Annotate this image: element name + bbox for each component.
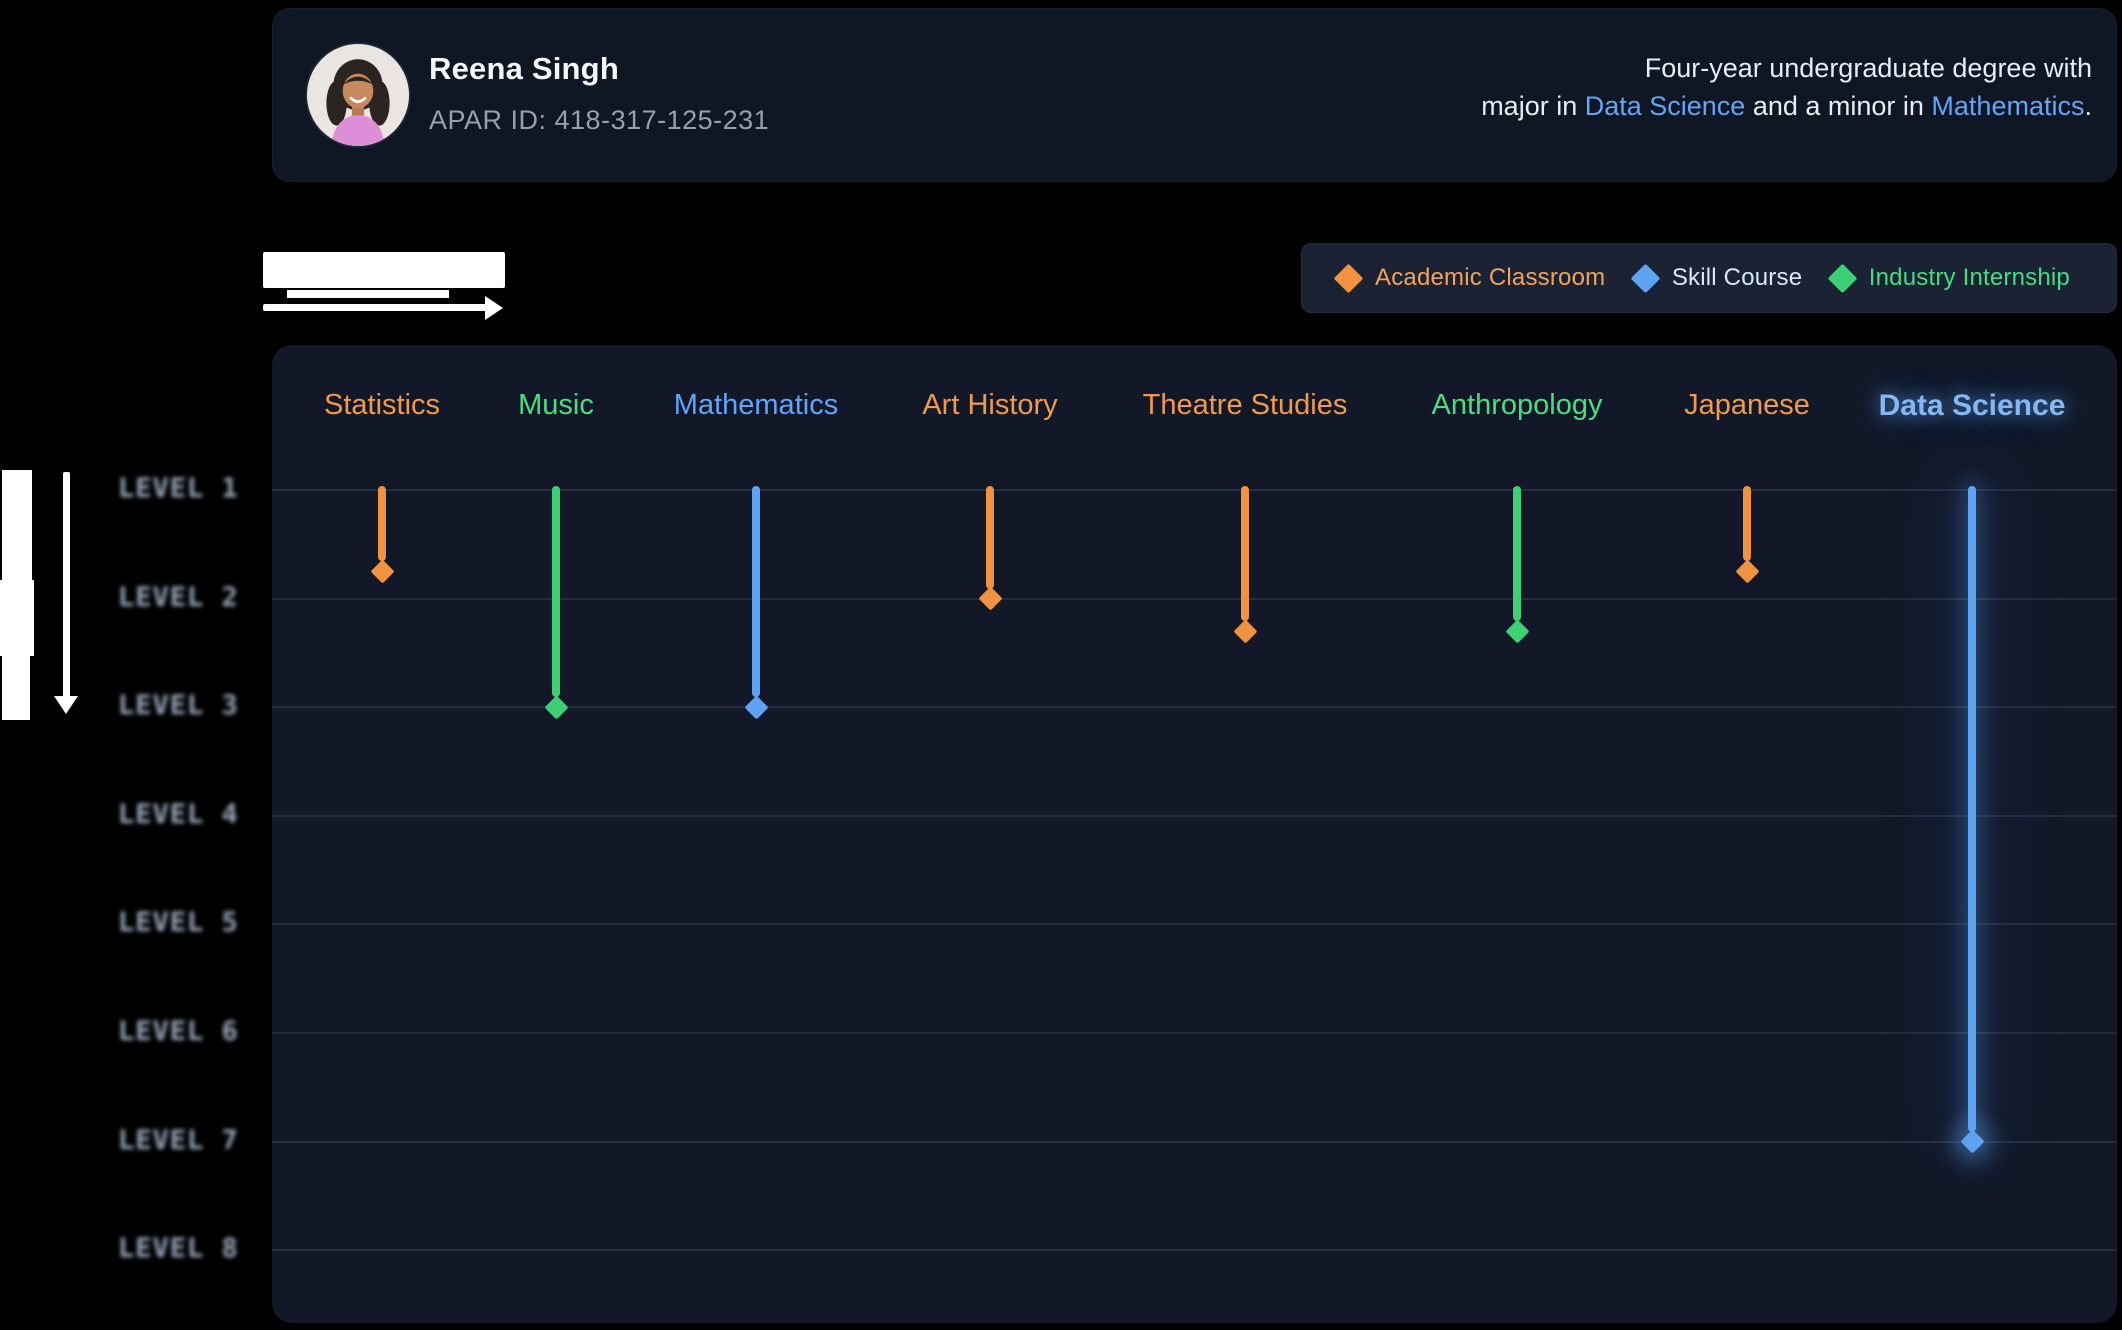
degree-line2-suffix: . bbox=[2084, 91, 2092, 121]
column-header-music[interactable]: Music bbox=[518, 389, 594, 422]
redacted-axis-block bbox=[2, 656, 30, 720]
diamond-icon bbox=[1827, 263, 1857, 293]
degree-major-link[interactable]: Data Science bbox=[1585, 91, 1746, 121]
profile-name: Reena Singh bbox=[429, 51, 619, 87]
level-tick-label: LEVEL 4 bbox=[118, 799, 248, 833]
lollipop-line bbox=[552, 486, 560, 697]
column-header-anthropology[interactable]: Anthropology bbox=[1432, 389, 1603, 422]
legend-item-industry-internship[interactable]: Industry Internship bbox=[1832, 264, 2070, 292]
data-point-data-science[interactable] bbox=[1960, 1130, 1984, 1154]
column-header-japanese[interactable]: Japanese bbox=[1684, 389, 1810, 422]
chart-legend: Academic Classroom Skill Course Industry… bbox=[1301, 243, 2117, 313]
data-point-anthropology[interactable] bbox=[1505, 619, 1529, 643]
level-tick-label: LEVEL 8 bbox=[118, 1233, 248, 1267]
lollipop-line bbox=[378, 486, 386, 561]
diamond-icon bbox=[1630, 263, 1660, 293]
legend-item-skill-course[interactable]: Skill Course bbox=[1635, 264, 1802, 292]
degree-minor-link[interactable]: Mathematics bbox=[1931, 91, 2084, 121]
degree-line1: Four-year undergraduate degree with bbox=[1645, 53, 2092, 83]
column-header-mathematics[interactable]: Mathematics bbox=[674, 389, 838, 422]
level-tick-label: LEVEL 7 bbox=[118, 1125, 248, 1159]
column-header-art-history[interactable]: Art History bbox=[922, 389, 1057, 422]
right-arrow-icon bbox=[263, 304, 487, 311]
gridline bbox=[272, 1141, 2117, 1143]
level-tick-label: LEVEL 1 bbox=[118, 473, 248, 507]
level-tick-label: LEVEL 3 bbox=[118, 690, 248, 724]
data-point-statistics[interactable] bbox=[370, 559, 394, 583]
degree-description: Four-year undergraduate degree with majo… bbox=[1481, 49, 2092, 125]
down-arrow-head-icon bbox=[54, 696, 78, 714]
column-header-data-science[interactable]: Data Science bbox=[1879, 389, 2066, 423]
legend-item-academic-classroom[interactable]: Academic Classroom bbox=[1338, 264, 1605, 292]
gridline bbox=[272, 923, 2117, 925]
column-header-theatre-studies[interactable]: Theatre Studies bbox=[1143, 389, 1348, 422]
profile-card: Reena Singh APAR ID: 418-317-125-231 Fou… bbox=[272, 8, 2117, 182]
gridline bbox=[272, 1032, 2117, 1034]
right-arrow-head-icon bbox=[485, 296, 503, 320]
data-point-music[interactable] bbox=[544, 695, 568, 719]
avatar bbox=[305, 42, 411, 148]
legend-item-label: Industry Internship bbox=[1869, 264, 2070, 292]
progress-chart: Statistics Music Mathematics Art History The… bbox=[272, 345, 2117, 1323]
down-arrow-icon bbox=[63, 472, 70, 698]
gridline bbox=[272, 1249, 2117, 1251]
degree-line2-middle: and a minor in bbox=[1745, 91, 1931, 121]
y-axis-title-redacted bbox=[0, 468, 84, 724]
profile-apar-id: APAR ID: 418-317-125-231 bbox=[429, 105, 769, 136]
data-point-japanese[interactable] bbox=[1735, 559, 1759, 583]
diamond-icon bbox=[1334, 263, 1364, 293]
redacted-axis-block bbox=[0, 580, 34, 656]
lollipop-line bbox=[1513, 486, 1521, 621]
gridline bbox=[272, 489, 2117, 491]
data-point-theatre-studies[interactable] bbox=[1233, 619, 1257, 643]
lollipop-line bbox=[1241, 486, 1249, 621]
column-header-statistics[interactable]: Statistics bbox=[324, 389, 440, 422]
data-point-art-history[interactable] bbox=[978, 587, 1002, 611]
gridline bbox=[272, 598, 2117, 600]
lollipop-line bbox=[986, 486, 994, 589]
gridline bbox=[272, 815, 2117, 817]
redacted-title-block bbox=[263, 252, 505, 288]
chart-title-redacted bbox=[263, 250, 513, 326]
page: { "profile": { "name": "Reena Singh", "a… bbox=[0, 0, 2122, 1330]
level-tick-label: LEVEL 5 bbox=[118, 907, 248, 941]
degree-line2-prefix: major in bbox=[1481, 91, 1585, 121]
level-tick-label: LEVEL 2 bbox=[118, 582, 248, 616]
legend-item-label: Academic Classroom bbox=[1375, 264, 1605, 292]
level-tick-label: LEVEL 6 bbox=[118, 1016, 248, 1050]
lollipop-line bbox=[1743, 486, 1751, 561]
lollipop-line bbox=[1968, 486, 1976, 1132]
redacted-subtitle-block bbox=[287, 290, 449, 298]
avatar-illustration bbox=[307, 44, 409, 146]
data-point-mathematics[interactable] bbox=[744, 695, 768, 719]
legend-item-label: Skill Course bbox=[1672, 264, 1802, 292]
redacted-axis-block bbox=[2, 470, 32, 580]
lollipop-line bbox=[752, 486, 760, 697]
